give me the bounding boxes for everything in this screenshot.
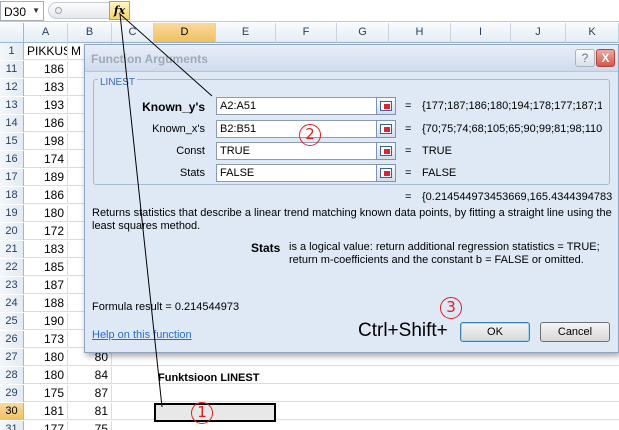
step-1-marker: 1 — [191, 402, 213, 424]
annotation-line-fx-to-arguments — [119, 13, 213, 97]
annotation-line-fx-to-cell — [119, 13, 163, 408]
step-3-marker: 3 — [440, 297, 462, 319]
annotation-lines — [119, 13, 213, 408]
step-2-marker: 2 — [299, 124, 321, 146]
